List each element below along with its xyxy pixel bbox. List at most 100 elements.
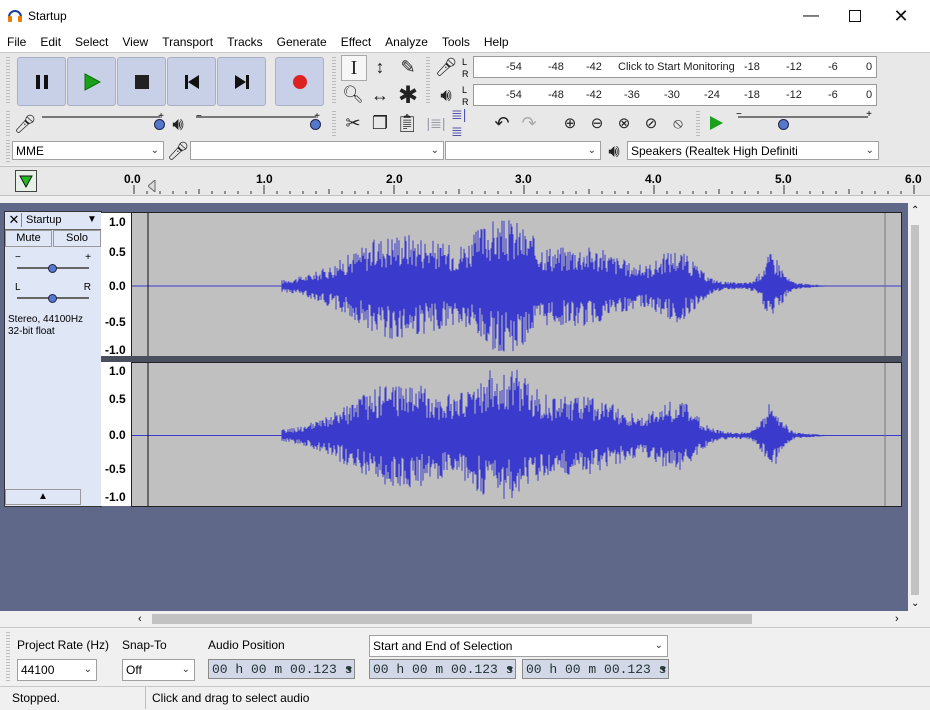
solo-button[interactable]: Solo [53, 230, 101, 247]
audio-position-value: 00 h 00 m 00.123 s [212, 662, 353, 677]
skip-to-start-button[interactable] [167, 57, 216, 106]
menu-tools[interactable]: Tools [435, 32, 477, 52]
fit-selection-icon: ⊗ [617, 115, 631, 132]
copy-button[interactable]: ❐ [368, 111, 392, 135]
collapse-track-button[interactable]: ▲ [5, 489, 81, 505]
recording-volume-slider[interactable]: + [42, 111, 165, 133]
menu-view[interactable]: View [115, 32, 155, 52]
record-meter-button[interactable]: 🎤︎ [434, 55, 458, 79]
meter-tick: -18 [744, 61, 760, 73]
toolbar-grip[interactable] [6, 632, 10, 682]
scale-label: -1.0 [105, 343, 126, 357]
playback-volume-slider[interactable]: − + [196, 111, 321, 133]
selection-toolbar: Project Rate (Hz) 44100 ⌄ Snap-To Off ⌄ Au… [0, 627, 930, 686]
record-meter[interactable]: -54 -48 -42 Click to Start Monitoring -1… [473, 56, 877, 78]
trim-audio-button[interactable]: |≣| [424, 111, 448, 135]
project-rate-select[interactable]: 44100 ⌄ [17, 659, 97, 681]
zoom-tool-button[interactable]: 🔍︎ [341, 83, 365, 107]
draw-tool-button[interactable]: ✎ [396, 55, 420, 79]
selection-tool-button[interactable]: I [341, 55, 367, 81]
toolbar-grip[interactable] [6, 140, 10, 162]
vertical-scroll-thumb[interactable] [911, 225, 919, 595]
stop-button[interactable] [117, 57, 166, 106]
silence-icon: ≣|≣ [451, 106, 467, 139]
mute-button[interactable]: Mute [5, 230, 52, 247]
selection-start-field[interactable]: 00 h 00 m 00.123 s ▼ [369, 659, 516, 679]
close-window-button[interactable]: ✕ [878, 0, 924, 32]
menu-edit[interactable]: Edit [33, 32, 68, 52]
horizontal-scrollbar[interactable] [148, 613, 900, 625]
playback-meter[interactable]: -54 -48 -42 -36 -30 -24 -18 -12 -6 0 [473, 84, 877, 106]
gain-slider-thumb[interactable] [48, 264, 57, 273]
triangle-down-icon[interactable]: ▼ [87, 214, 97, 225]
audio-host-select[interactable]: MME ⌄ [12, 141, 164, 160]
triangle-down-icon[interactable]: ▼ [508, 660, 513, 680]
track-name-menu[interactable]: Startup [26, 214, 61, 226]
snap-to-select[interactable]: Off ⌄ [122, 659, 195, 681]
waveform-right-channel[interactable] [131, 362, 902, 507]
toolbar-grip[interactable] [332, 111, 336, 137]
zoom-in-button[interactable]: ⊕ [558, 111, 582, 135]
double-arrow-icon: ↔ [371, 84, 389, 105]
gain-slider[interactable]: − + [15, 252, 91, 276]
vertical-scale-left-channel[interactable]: 1.0 0.5 0.0 -0.5 -1.0 [101, 212, 131, 359]
menu-help[interactable]: Help [477, 32, 516, 52]
zoom-toggle-button[interactable]: ⦸ [666, 111, 690, 135]
envelope-tool-button[interactable]: ↕ [368, 55, 392, 79]
triangle-down-icon[interactable]: ▼ [347, 660, 352, 680]
menu-analyze[interactable]: Analyze [378, 32, 435, 52]
recording-channels-select[interactable]: ⌄ [445, 141, 601, 160]
time-shift-tool-button[interactable]: ↔ [368, 83, 392, 107]
silence-audio-button[interactable]: ≣|≣ [451, 106, 475, 139]
start-monitoring-hint[interactable]: Click to Start Monitoring [618, 61, 735, 73]
cut-button[interactable]: ✂ [341, 111, 365, 135]
multi-tool-button[interactable]: ✱ [396, 82, 420, 109]
selection-mode-select[interactable]: Start and End of Selection ⌄ [369, 635, 668, 657]
toolbar-grip[interactable] [6, 57, 10, 105]
menu-select[interactable]: Select [68, 32, 115, 52]
audio-position-field[interactable]: 00 h 00 m 00.123 s ▼ [208, 659, 355, 679]
skip-to-end-button[interactable] [217, 57, 266, 106]
redo-button[interactable]: ↷ [517, 111, 541, 135]
playback-speed-slider[interactable]: − + [736, 109, 872, 133]
maximize-button[interactable] [832, 0, 878, 32]
vertical-scale-right-channel[interactable]: 1.0 0.5 0.0 -0.5 -1.0 [101, 362, 131, 506]
timeline-ruler[interactable]: 0.0 1.0 2.0 3.0 4.0 5.0 6.0 [0, 166, 930, 196]
horizontal-scroll-thumb[interactable] [152, 614, 752, 624]
pause-button[interactable] [17, 57, 66, 106]
playback-meter-button[interactable]: 🔊︎ [434, 83, 458, 107]
vertical-scrollbar[interactable]: ⌃ ⌄ [908, 203, 922, 611]
gain-plus-label: + [85, 252, 91, 263]
close-track-button[interactable]: ✕ [7, 213, 22, 227]
scroll-down-icon[interactable]: ⌄ [911, 598, 919, 609]
zoom-out-button[interactable]: ⊖ [585, 111, 609, 135]
scroll-right-icon[interactable]: › [895, 613, 899, 625]
triangle-down-icon[interactable]: ▼ [661, 660, 666, 680]
menu-transport[interactable]: Transport [155, 32, 220, 52]
toolbar-grip[interactable] [426, 57, 430, 105]
toolbar-grip[interactable] [6, 111, 10, 137]
selection-end-field[interactable]: 00 h 00 m 00.123 s ▼ [522, 659, 669, 679]
waveform-left-channel[interactable] [131, 212, 902, 358]
pan-slider-thumb[interactable] [48, 294, 57, 303]
menu-tracks[interactable]: Tracks [220, 32, 270, 52]
pan-slider[interactable]: L R [15, 282, 91, 306]
menu-generate[interactable]: Generate [270, 32, 334, 52]
record-button[interactable] [275, 57, 324, 106]
pencil-icon: ✎ [400, 56, 416, 77]
paste-button[interactable]: 📋︎ [395, 111, 419, 135]
scroll-left-icon[interactable]: ‹ [138, 613, 142, 625]
play-at-speed-button[interactable] [704, 111, 728, 135]
menu-file[interactable]: File [0, 32, 33, 52]
recording-device-select[interactable]: ⌄ [190, 141, 444, 160]
menu-effect[interactable]: Effect [334, 32, 378, 52]
toolbar-grip[interactable] [332, 57, 336, 105]
play-button[interactable] [67, 57, 116, 106]
toolbar-grip[interactable] [696, 111, 700, 137]
fit-project-button[interactable]: ⊘ [639, 111, 663, 135]
playback-device-select[interactable]: Speakers (Realtek High Definiti ⌄ [627, 141, 879, 160]
minimize-button[interactable]: — [788, 0, 834, 32]
scroll-up-icon[interactable]: ⌃ [911, 205, 919, 216]
undo-button[interactable]: ↶ [490, 111, 514, 135]
fit-selection-button[interactable]: ⊗ [612, 111, 636, 135]
